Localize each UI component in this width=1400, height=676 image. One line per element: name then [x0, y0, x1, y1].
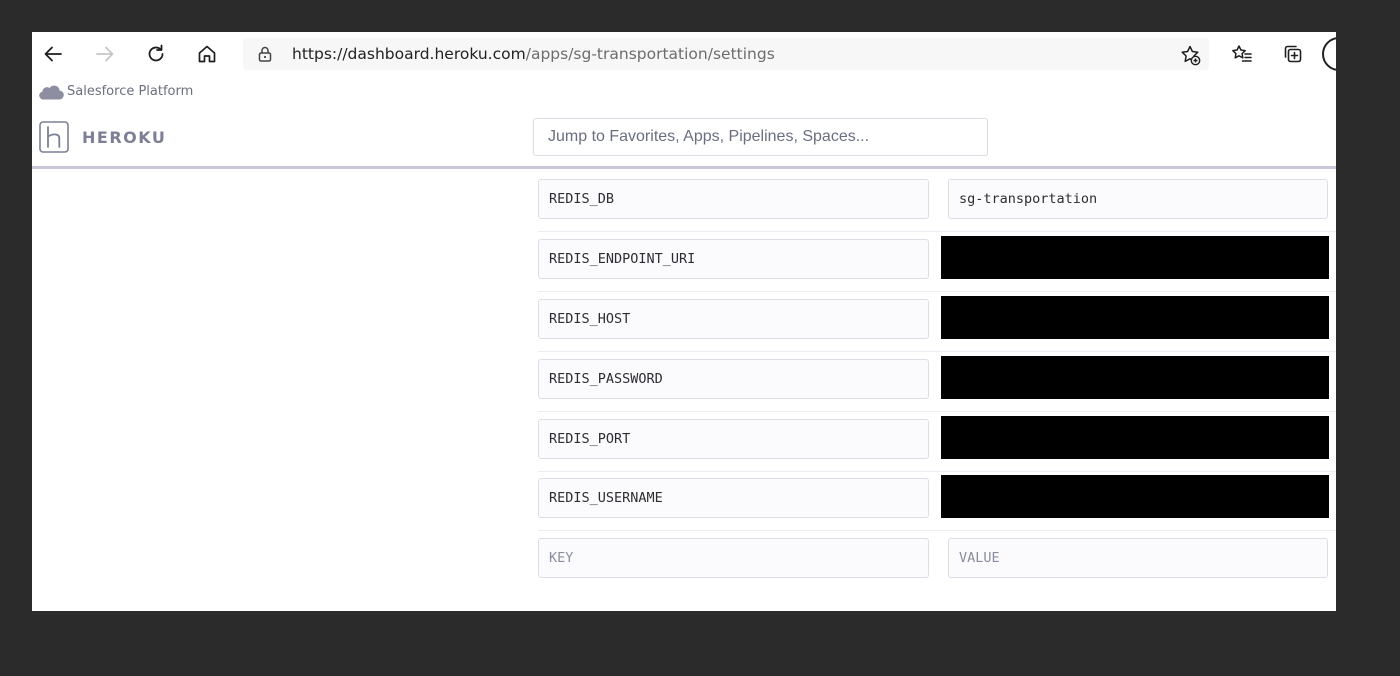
back-button[interactable] — [37, 38, 69, 70]
redacted-value-block — [941, 475, 1329, 518]
browser-window: https://dashboard.heroku.com/apps/sg-tra… — [32, 32, 1336, 611]
heroku-header: HEROKU — [32, 108, 1336, 169]
salesforce-platform-label[interactable]: Salesforce Platform — [67, 76, 193, 108]
salesforce-platform-bar: Salesforce Platform — [32, 76, 1336, 108]
salesforce-cloud-icon — [39, 85, 64, 100]
config-var-row — [538, 231, 1336, 292]
browser-toolbar: https://dashboard.heroku.com/apps/sg-tra… — [32, 32, 1336, 76]
global-search-input[interactable] — [533, 118, 988, 156]
address-bar[interactable]: https://dashboard.heroku.com/apps/sg-tra… — [243, 38, 1209, 70]
forward-button[interactable] — [89, 38, 121, 70]
config-var-key-input[interactable] — [538, 478, 929, 518]
home-icon — [198, 45, 216, 63]
heroku-logo-icon[interactable] — [39, 121, 69, 153]
back-icon — [44, 46, 62, 62]
url-host: https://dashboard.heroku.com — [292, 45, 526, 63]
redacted-value-block — [941, 296, 1329, 339]
config-var-key-input[interactable] — [538, 299, 929, 339]
redacted-value-block — [941, 416, 1329, 459]
add-favorite-button[interactable] — [1179, 44, 1201, 66]
config-var-key-input[interactable] — [538, 179, 929, 219]
config-var-row — [538, 470, 1336, 531]
new-config-var-row — [538, 530, 1336, 590]
config-var-row — [538, 351, 1336, 412]
config-var-row — [538, 171, 1336, 232]
config-var-key-input[interactable] — [538, 419, 929, 459]
forward-icon — [96, 46, 114, 62]
config-var-key-input[interactable] — [538, 239, 929, 279]
config-var-row — [538, 411, 1336, 472]
favorites-button[interactable] — [1226, 38, 1258, 70]
refresh-button[interactable] — [140, 38, 172, 70]
config-var-key-input[interactable] — [538, 359, 929, 399]
url-text: https://dashboard.heroku.com/apps/sg-tra… — [292, 38, 775, 70]
profile-icon[interactable] — [1322, 37, 1336, 71]
add-favorite-icon — [1181, 45, 1201, 66]
config-var-value-input[interactable] — [948, 179, 1328, 219]
heroku-brand[interactable]: HEROKU — [82, 108, 166, 168]
redacted-value-block — [941, 356, 1329, 399]
url-path: /apps/sg-transportation/settings — [525, 45, 775, 63]
home-button[interactable] — [191, 38, 223, 70]
favorites-icon — [1232, 45, 1252, 62]
new-key-input[interactable] — [538, 538, 929, 578]
redacted-value-block — [941, 236, 1329, 279]
collections-icon — [1284, 45, 1302, 63]
refresh-icon — [148, 44, 164, 62]
collections-button[interactable] — [1277, 38, 1309, 70]
config-var-row — [538, 291, 1336, 352]
new-value-input[interactable] — [948, 538, 1328, 578]
lock-icon — [258, 46, 272, 62]
